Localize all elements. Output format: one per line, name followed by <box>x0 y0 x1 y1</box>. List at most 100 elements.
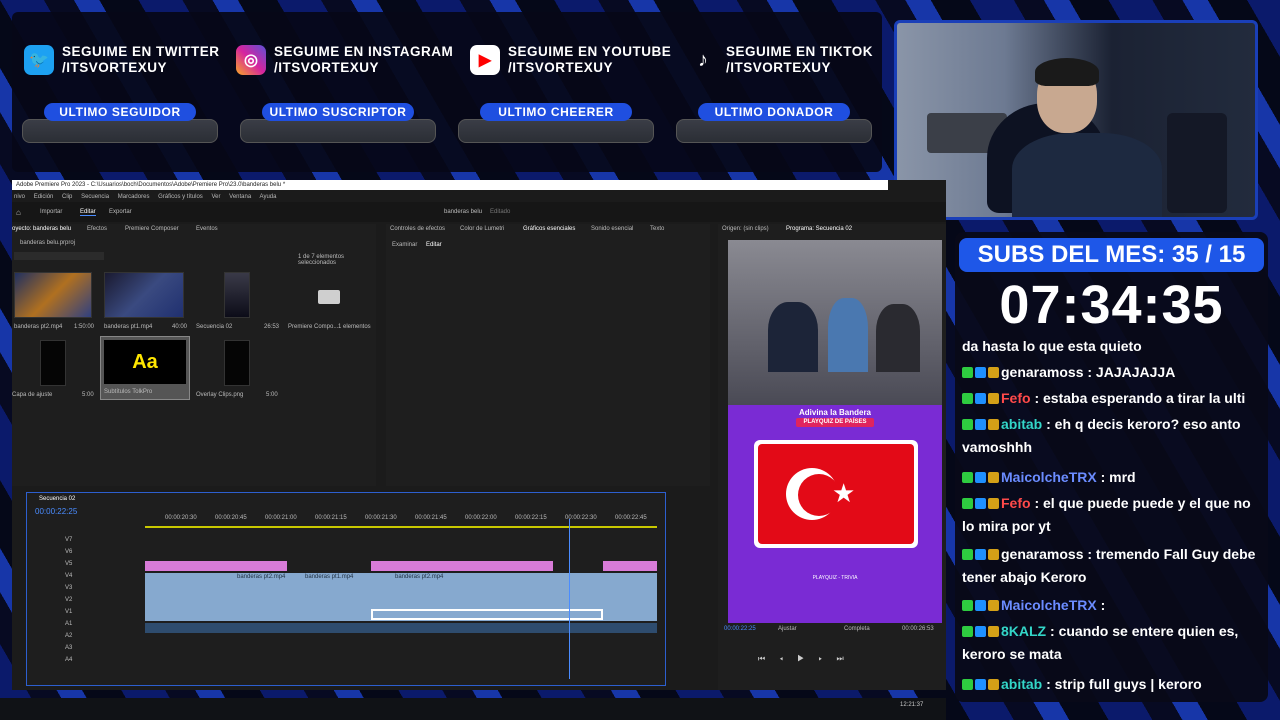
tab-project[interactable]: oyecto: banderas belu <box>12 226 71 232</box>
video-person-1 <box>768 302 818 372</box>
chat-username[interactable]: MaicolcheTRX <box>1001 597 1097 613</box>
bin-thumb-2[interactable] <box>104 272 184 318</box>
chat-username[interactable]: abitab <box>1001 676 1042 692</box>
chat-username[interactable]: MaicolcheTRX <box>1001 469 1097 485</box>
twitter-link[interactable]: 🐦 SEGUIME EN TWITTER/ITSVORTEXUY <box>24 44 220 76</box>
chat-username[interactable]: Fefo <box>1001 390 1031 406</box>
track-label[interactable]: A1 <box>65 621 72 627</box>
chat-username[interactable]: Fefo <box>1001 495 1031 511</box>
track-label[interactable]: V2 <box>65 597 72 603</box>
twitter-label: SEGUIME EN TWITTER <box>62 44 220 59</box>
tab-events[interactable]: Eventos <box>196 226 218 232</box>
project-search-input[interactable] <box>14 252 104 260</box>
transport-controls[interactable]: ⏮ ◂ ▶ ▸ ⏭ <box>758 654 908 666</box>
timeline-timecode: 00:00:22:25 <box>35 507 78 516</box>
twitter-handle: /ITSVORTEXUY <box>62 60 168 75</box>
chat-message: Fefo : estaba esperando a tirar la ulti <box>962 387 1262 410</box>
tab-import[interactable]: Importar <box>40 209 62 215</box>
webcam-chair-right <box>1167 113 1227 213</box>
bin-thumb-5[interactable] <box>40 340 66 386</box>
track-label[interactable]: V4 <box>65 573 72 579</box>
bin-thumb-3[interactable] <box>224 272 250 318</box>
chat-badge-icon <box>962 626 973 637</box>
tab-export[interactable]: Exportar <box>109 209 132 215</box>
chat-badge-icon <box>962 679 973 690</box>
tab-program[interactable]: Programa: Secuencia 02 <box>786 226 852 232</box>
chat-badge-icon <box>975 393 986 404</box>
audio-track-1[interactable] <box>145 623 657 633</box>
sequence-tab[interactable]: Secuencia 02 <box>39 496 75 502</box>
chat-username[interactable]: genaramoss <box>1001 546 1083 562</box>
chat-badge-icon <box>975 472 986 483</box>
quiz-title: Adivina la Bandera <box>798 408 872 417</box>
timeline-ruler[interactable]: 00:00:20:30 00:00:20:45 00:00:21:00 00:00:2… <box>145 515 657 525</box>
track-label[interactable]: V3 <box>65 585 72 591</box>
tab-lumetri-color[interactable]: Color de Lumetri <box>460 226 504 232</box>
folder-icon[interactable] <box>318 290 340 304</box>
tab-graph-edit[interactable]: Editar <box>426 242 442 248</box>
chat-badge-icon <box>988 600 999 611</box>
tiktok-link[interactable]: ♪ SEGUIME EN TIKTOK/ITSVORTEXUY <box>688 44 873 76</box>
ruler-tick: 00:00:22:00 <box>465 515 497 521</box>
program-timecode: 00:00:22:25 <box>724 626 756 632</box>
webcam-person-hair <box>1035 58 1099 86</box>
tab-source[interactable]: Origen: (sin clips) <box>722 226 769 232</box>
tab-effects[interactable]: Efectos <box>87 226 107 232</box>
track-label[interactable]: V5 <box>65 561 72 567</box>
bin-dur-2: 40:00 <box>172 324 188 330</box>
chat-username[interactable]: abitab <box>1001 416 1042 432</box>
menu-graphics[interactable]: Gráficos y títulos <box>158 194 203 200</box>
tab-edit[interactable]: Editar <box>80 209 96 216</box>
chat-username[interactable]: 8KALZ <box>1001 623 1046 639</box>
track-label[interactable]: A3 <box>65 645 72 651</box>
youtube-label: SEGUIME EN YOUTUBE <box>508 44 672 59</box>
menu-window[interactable]: Ventana <box>229 194 251 200</box>
menu-sequence[interactable]: Secuencia <box>81 194 109 200</box>
clip-pink-3[interactable] <box>603 561 657 571</box>
bin-name-1: banderas pt2.mp4 <box>14 324 63 330</box>
last-donor-widget: ULTIMO DONADOR <box>676 101 872 145</box>
tab-essential-sound[interactable]: Sonido esencial <box>591 226 633 232</box>
menu-file[interactable]: nivo <box>14 194 25 200</box>
menu-clip[interactable]: Clip <box>62 194 72 200</box>
track-label[interactable]: V7 <box>65 537 72 543</box>
youtube-link[interactable]: ▶ SEGUIME EN YOUTUBE/ITSVORTEXUY <box>470 44 671 76</box>
track-label[interactable]: A2 <box>65 633 72 639</box>
menu-view[interactable]: Ver <box>211 194 220 200</box>
bin-thumb-1[interactable] <box>14 272 92 318</box>
chat-badge-icon <box>962 367 973 378</box>
tab-effect-controls[interactable]: Controles de efectos <box>390 226 445 232</box>
chat-username[interactable]: genaramoss <box>1001 364 1083 380</box>
playhead[interactable] <box>569 519 570 679</box>
tab-browse[interactable]: Examinar <box>392 242 417 248</box>
tab-essential-graphics[interactable]: Gráficos esenciales <box>523 226 575 232</box>
quality-select[interactable]: Completa <box>844 626 870 632</box>
menu-help[interactable]: Ayuda <box>260 194 277 200</box>
chat-badge-icon <box>975 600 986 611</box>
bin-item-selected[interactable]: Aa Subtítulos TolkPro <box>100 336 190 400</box>
track-label[interactable]: V6 <box>65 549 72 555</box>
chat-message: abitab : strip full guys | keroro <box>962 673 1262 696</box>
menu-markers[interactable]: Marcadores <box>118 194 150 200</box>
premiere-window: Adobe Premiere Pro 2023 - C:\Usuarios\bo… <box>12 180 946 690</box>
youtube-icon: ▶ <box>470 45 500 75</box>
tiktok-label: SEGUIME EN TIKTOK <box>726 44 874 59</box>
tab-premiere-composer[interactable]: Premiere Composer <box>125 226 179 232</box>
track-headers: V7 V6 V5 V4 V3 V2 V1 A1 A2 A3 A4 <box>27 535 145 675</box>
home-icon[interactable]: ⌂ <box>16 208 21 217</box>
program-monitor: Origen: (sin clips) Programa: Secuencia … <box>718 224 946 690</box>
menu-edit[interactable]: Edición <box>34 194 54 200</box>
bin-thumb-7[interactable] <box>224 340 250 386</box>
track-label[interactable]: A4 <box>65 657 72 663</box>
work-area-bar[interactable] <box>145 526 657 528</box>
fit-select[interactable]: Ajustar <box>778 626 797 632</box>
tab-text[interactable]: Texto <box>650 226 664 232</box>
clip-pink-2[interactable] <box>371 561 553 571</box>
clip-label-3: banderas pt2.mp4 <box>395 574 444 580</box>
chat-badge-icon <box>975 626 986 637</box>
instagram-link[interactable]: ◎ SEGUIME EN INSTAGRAM/ITSVORTEXUY <box>236 44 453 76</box>
clip-pink-1[interactable] <box>145 561 287 571</box>
bin-name-5: Capa de ajuste <box>12 392 53 398</box>
bin-dur-1: 1:50:00 <box>74 324 95 330</box>
track-label[interactable]: V1 <box>65 609 72 615</box>
